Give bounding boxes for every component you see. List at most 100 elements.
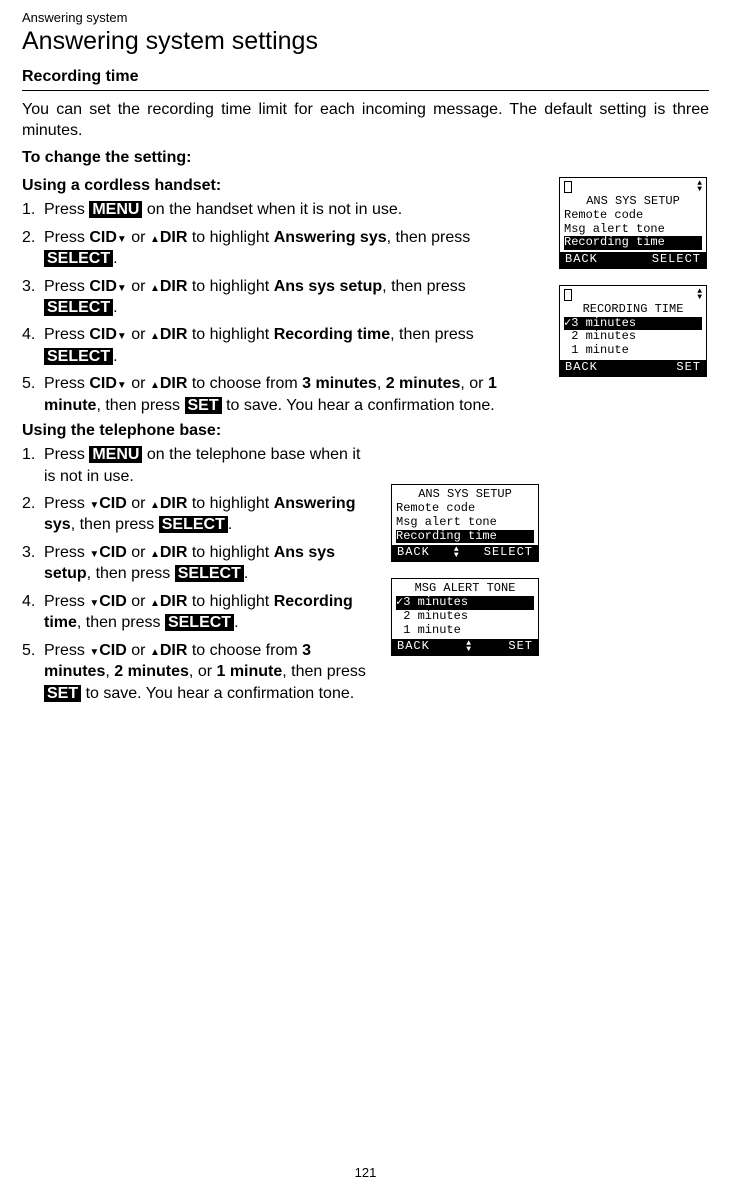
select-key: SELECT (175, 565, 244, 582)
menu-key: MENU (89, 201, 142, 218)
handset-step-5: Press CID or DIR to choose from 3 minute… (22, 373, 541, 416)
triangle-down-icon (117, 326, 127, 343)
text: . (113, 250, 117, 267)
lcd-title: RECORDING TIME (564, 303, 702, 317)
triangle-up-icon (150, 278, 160, 295)
select-key: SELECT (165, 614, 234, 631)
scroll-arrows-icon: ▲▼ (454, 546, 460, 560)
lcd-softkeys: BACK ▲▼ SET (392, 639, 538, 655)
lcd-back-softkey: BACK (397, 640, 430, 654)
text: to choose from (187, 642, 302, 659)
scroll-arrows-icon: ▲▼ (466, 640, 472, 654)
lcd-back-softkey: BACK (565, 253, 598, 267)
answering-sys-label: Answering sys (274, 229, 387, 246)
divider (22, 90, 709, 91)
lcd-line-highlight: Recording time (396, 530, 534, 544)
text: or (127, 375, 150, 392)
handset-steps-list: Press MENU on the handset when it is not… (22, 199, 541, 416)
text: , then press (96, 397, 184, 414)
two-min-label: 2 minutes (114, 663, 189, 680)
triangle-down-icon (89, 544, 99, 561)
set-key: SET (44, 685, 81, 702)
triangle-down-icon (89, 642, 99, 659)
text: to highlight (187, 229, 273, 246)
base-step-2: Press CID or DIR to highlight Answering … (22, 493, 373, 536)
text: Press (44, 201, 89, 218)
lcd-back-softkey: BACK (565, 361, 598, 375)
text: on the handset when it is not in use. (142, 201, 402, 218)
menu-key: MENU (89, 446, 142, 463)
dir-key: DIR (160, 229, 188, 246)
text: , then press (390, 326, 474, 343)
one-min-label: 1 minute (216, 663, 282, 680)
text: , then press (87, 565, 175, 582)
dir-key: DIR (160, 495, 188, 512)
dir-key: DIR (160, 326, 188, 343)
lcd-line-highlight: Recording time (564, 236, 702, 250)
select-key: SELECT (44, 348, 113, 365)
to-change-heading: To change the setting: (22, 149, 709, 167)
three-min-label: 3 minutes (302, 375, 377, 392)
triangle-up-icon (150, 544, 160, 561)
text: , or (460, 375, 488, 392)
text: Press (44, 642, 89, 659)
cid-key: CID (99, 544, 127, 561)
text: to highlight (187, 326, 273, 343)
lcd-line-highlight: 3 minutes (564, 317, 702, 331)
text: to save. You hear a confirmation tone. (222, 397, 495, 414)
dir-key: DIR (160, 544, 188, 561)
text: . (234, 614, 238, 631)
text: to choose from (187, 375, 302, 392)
triangle-up-icon (150, 326, 160, 343)
lcd-line: Msg alert tone (564, 223, 702, 237)
lcd-title: ANS SYS SETUP (396, 488, 534, 502)
lcd-line: 1 minute (564, 344, 702, 358)
lcd-handset-recording: ▲▼ RECORDING TIME 3 minutes 2 minutes 1 … (559, 285, 707, 377)
text: Press (44, 544, 89, 561)
handset-heading: Using a cordless handset: (22, 177, 541, 195)
page-title: Answering system settings (22, 27, 709, 56)
triangle-up-icon (150, 229, 160, 246)
text: Press (44, 446, 89, 463)
triangle-down-icon (89, 495, 99, 512)
lcd-base-setup: ANS SYS SETUP Remote code Msg alert tone… (391, 484, 539, 562)
text: Press (44, 326, 89, 343)
lcd-softkeys: BACK SET (560, 360, 706, 376)
text: or (127, 278, 150, 295)
text: , then press (71, 516, 159, 533)
lcd-line: Remote code (564, 209, 702, 223)
lcd-line: 2 minutes (564, 330, 702, 344)
battery-icon (564, 181, 572, 193)
select-key: SELECT (159, 516, 228, 533)
lcd-select-softkey: SELECT (484, 546, 533, 560)
base-steps-list: Press MENU on the telephone base when it… (22, 444, 373, 704)
base-step-5: Press CID or DIR to choose from 3 minute… (22, 640, 373, 704)
triangle-down-icon (117, 375, 127, 392)
handset-step-4: Press CID or DIR to highlight Recording … (22, 324, 541, 367)
lcd-title: ANS SYS SETUP (564, 195, 702, 209)
lcd-line-highlight: 3 minutes (396, 596, 534, 610)
text: or (127, 642, 150, 659)
text: , then press (382, 278, 466, 295)
cid-key: CID (89, 229, 117, 246)
set-key: SET (185, 397, 222, 414)
triangle-down-icon (117, 229, 127, 246)
text: to highlight (187, 278, 273, 295)
text: or (127, 544, 150, 561)
text: or (127, 229, 150, 246)
lcd-base-msgalert: MSG ALERT TONE 3 minutes 2 minutes 1 min… (391, 578, 539, 656)
text: or (127, 593, 150, 610)
cid-key: CID (99, 593, 127, 610)
triangle-down-icon (117, 278, 127, 295)
breadcrumb: Answering system (22, 10, 709, 25)
text: to highlight (187, 495, 273, 512)
lcd-softkeys: BACK SELECT (560, 252, 706, 268)
select-key: SELECT (44, 299, 113, 316)
dir-key: DIR (160, 593, 188, 610)
lcd-line: Msg alert tone (396, 516, 534, 530)
lcd-set-softkey: SET (676, 361, 701, 375)
scroll-arrows-icon: ▲▼ (697, 289, 702, 301)
base-step-4: Press CID or DIR to highlight Recording … (22, 591, 373, 634)
text: . (244, 565, 248, 582)
lcd-back-softkey: BACK (397, 546, 430, 560)
